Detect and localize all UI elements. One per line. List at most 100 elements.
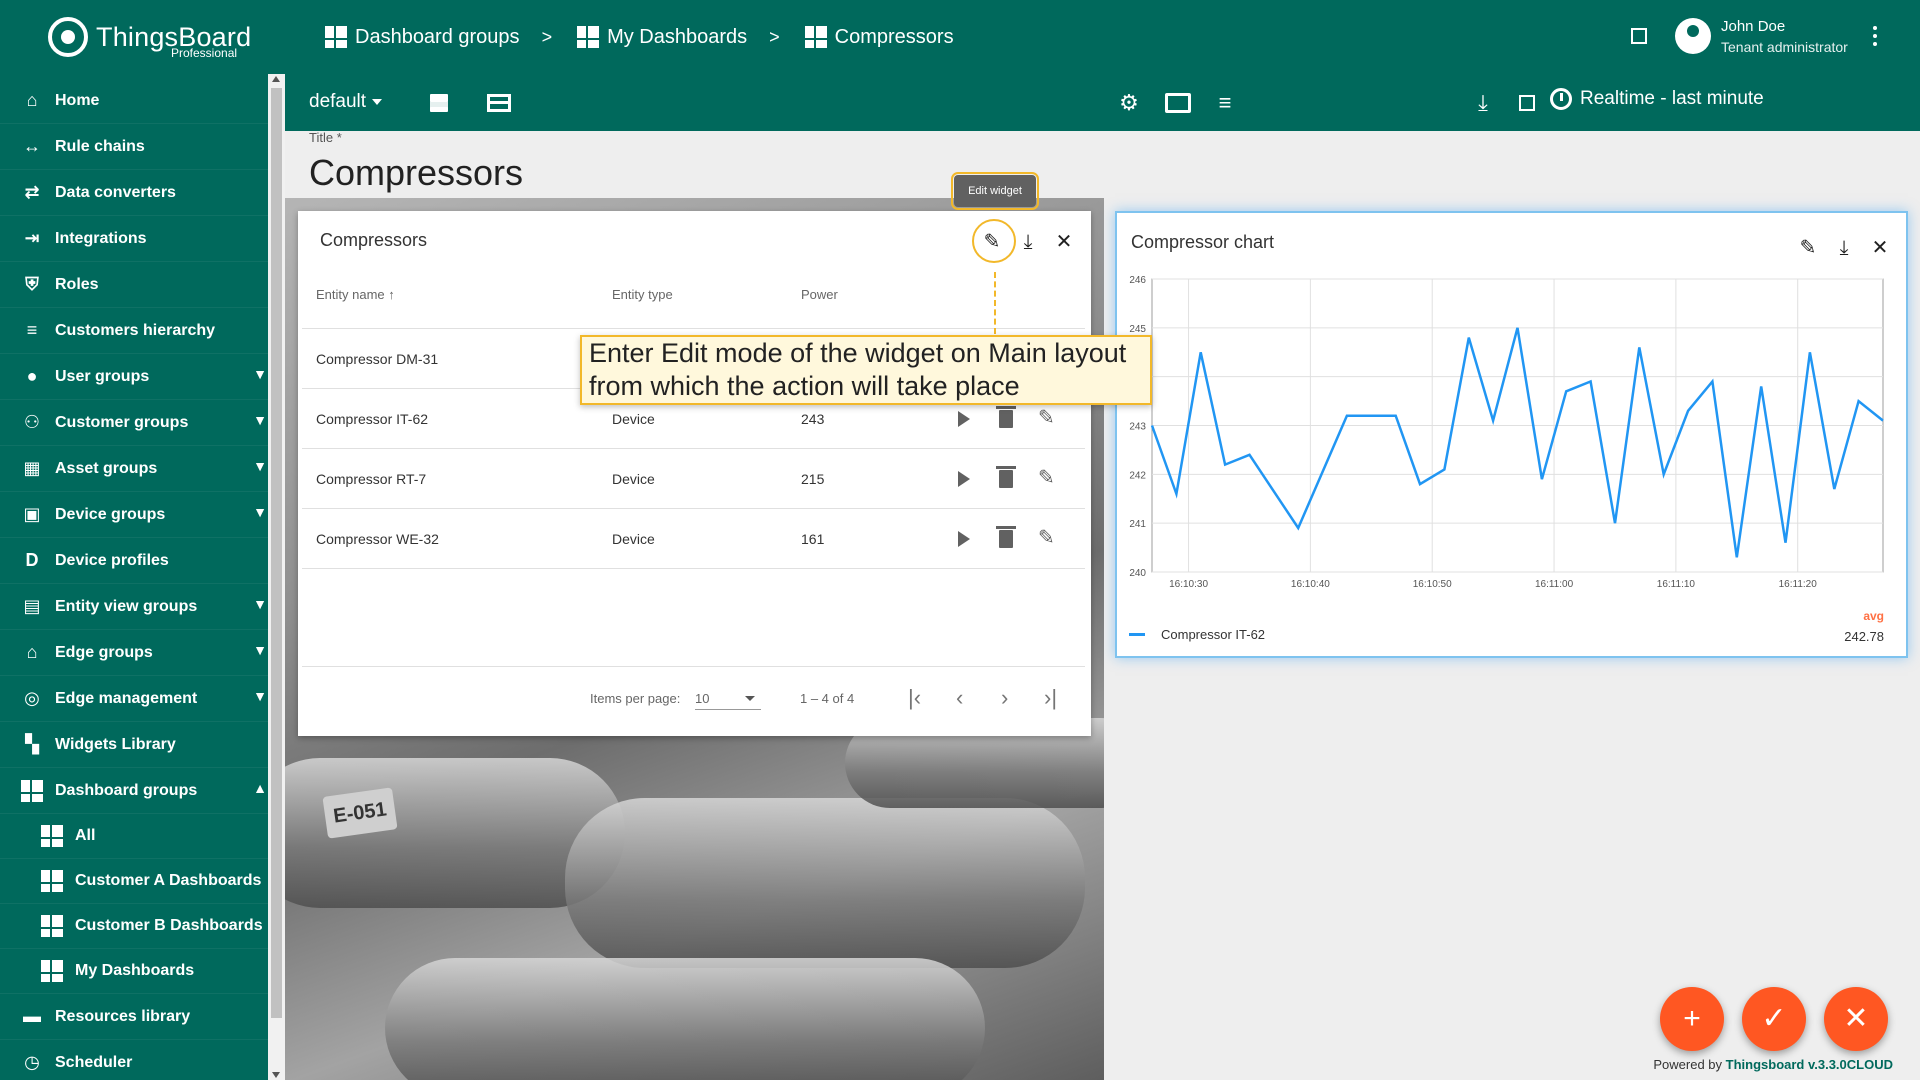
cell-entity-type: Device <box>612 531 655 547</box>
edit-row-icon[interactable]: ✎ <box>1038 408 1058 428</box>
sidebar-item-label: Scheduler <box>55 1053 133 1071</box>
download-icon[interactable]: ⤓ <box>1471 91 1495 115</box>
table-row[interactable]: Compressor RT-7 Device 215 ✎ <box>298 449 1091 509</box>
breadcrumb-separator: > <box>541 26 553 47</box>
more-menu-icon[interactable] <box>1873 26 1877 46</box>
edge-management-icon: ◎ <box>24 688 40 708</box>
sidebar-item-widgets-library[interactable]: ▚ Widgets Library <box>0 722 285 768</box>
callout-connector <box>994 272 996 334</box>
play-icon[interactable] <box>958 531 970 547</box>
edit-row-icon[interactable]: ✎ <box>1038 528 1058 548</box>
download-icon[interactable]: ⤓ <box>1010 227 1046 257</box>
column-header-entity-name[interactable]: Entity name ↑ <box>316 287 395 302</box>
sidebar-item-home[interactable]: ⌂ Home <box>0 78 285 124</box>
edit-widget-button[interactable]: ✎ <box>1790 233 1826 263</box>
fullscreen-icon[interactable] <box>1519 95 1535 111</box>
sidebar-nav: ⌂ Home ↔ Rule chains ⇄ Data converters ⇥ Integr… <box>0 74 285 1080</box>
y-tick-label: 241 <box>1129 519 1146 530</box>
cell-power: 215 <box>801 471 825 487</box>
sidebar-item-customers-hierarchy[interactable]: ≡ Customers hierarchy <box>0 308 285 354</box>
sidebar-item-asset-groups[interactable]: ▦ Asset groups ▼ <box>0 446 285 492</box>
sidebar-item-customer-b-dashboards[interactable]: Customer B Dashboards <box>0 904 285 949</box>
chevron-down-icon: ▼ <box>253 642 267 658</box>
scroll-up-icon[interactable] <box>272 76 280 82</box>
edit-row-icon[interactable]: ✎ <box>1038 468 1058 488</box>
sidebar-item-label: My Dashboards <box>75 962 195 979</box>
avatar[interactable] <box>1675 18 1711 54</box>
converter-icon: ⇄ <box>24 182 40 202</box>
delete-icon[interactable] <box>996 406 1016 428</box>
shield-icon: ⛨ <box>25 274 39 294</box>
layout-icon[interactable] <box>487 94 511 112</box>
device-icon: ▣ <box>23 504 41 524</box>
chart-legend[interactable]: Compressor IT-62 <box>1129 627 1265 642</box>
layers-icon[interactable] <box>428 92 450 114</box>
prev-page-icon[interactable]: ‹ <box>956 685 963 711</box>
sidebar-item-label: Widgets Library <box>55 735 176 753</box>
x-tick-label: 16:10:40 <box>1291 579 1330 590</box>
sidebar-item-my-dashboards[interactable]: My Dashboards <box>0 949 285 994</box>
user-role: Tenant administrator <box>1721 39 1848 55</box>
sidebar-item-rule-chains[interactable]: ↔ Rule chains <box>0 124 285 170</box>
sidebar-item-data-converters[interactable]: ⇄ Data converters <box>0 170 285 216</box>
scroll-thumb[interactable] <box>271 88 282 1018</box>
last-page-icon[interactable]: ›| <box>1044 685 1057 711</box>
sidebar-item-dashboard-groups[interactable]: Dashboard groups ▲ <box>0 768 285 814</box>
close-icon[interactable]: ✕ <box>1046 227 1082 257</box>
sidebar-scrollbar[interactable] <box>268 74 285 1080</box>
x-tick-label: 16:11:00 <box>1535 579 1574 590</box>
fullscreen-icon[interactable] <box>1631 28 1647 44</box>
clock-icon <box>1550 88 1572 110</box>
sidebar-item-customer-a-dashboards[interactable]: Customer A Dashboards <box>0 859 285 904</box>
asset-icon: ▦ <box>23 458 41 478</box>
table-row[interactable]: Compressor WE-32 Device 161 ✎ <box>298 509 1091 569</box>
next-page-icon[interactable]: › <box>1001 685 1008 711</box>
close-icon[interactable]: ✕ <box>1862 233 1898 263</box>
sidebar-item-entity-view-groups[interactable]: ▤ Entity view groups ▼ <box>0 584 285 630</box>
play-icon[interactable] <box>958 471 970 487</box>
sidebar-item-label: Integrations <box>55 229 147 247</box>
breadcrumb-my-dashboards[interactable]: My Dashboards <box>577 26 747 49</box>
entity-aliases-icon[interactable] <box>1165 93 1191 113</box>
items-per-page-select[interactable]: 10 <box>695 691 761 710</box>
column-header-power[interactable]: Power <box>801 287 838 302</box>
logo[interactable]: ThingsBoard Professional <box>0 0 285 74</box>
sidebar-item-edge-management[interactable]: ◎ Edge management ▼ <box>0 676 285 722</box>
add-widget-button[interactable]: + <box>1660 987 1724 1051</box>
apply-changes-button[interactable]: ✓ <box>1742 987 1806 1051</box>
breadcrumb-dashboard-groups[interactable]: Dashboard groups <box>325 26 520 49</box>
rule-chain-icon: ↔ <box>23 136 41 156</box>
timewindow-selector[interactable]: Realtime - last minute <box>1550 88 1764 110</box>
filter-icon[interactable]: ≡ <box>1213 91 1237 115</box>
powered-by-link[interactable]: Thingsboard v.3.3.0CLOUD <box>1726 1057 1893 1072</box>
cancel-changes-button[interactable]: ✕ <box>1824 987 1888 1051</box>
first-page-icon[interactable]: |‹ <box>908 685 921 711</box>
sidebar-item-label: Edge management <box>55 689 198 707</box>
sidebar-item-label: Customer groups <box>55 413 189 431</box>
delete-icon[interactable] <box>996 526 1016 548</box>
sidebar-item-roles[interactable]: ⛨ Roles <box>0 262 285 308</box>
chevron-down-icon: ▼ <box>253 504 267 520</box>
state-selector[interactable]: default <box>309 91 383 113</box>
chevron-down-icon: ▼ <box>253 412 267 428</box>
compressors-table-widget: Compressors ✎ ⤓ ✕ Entity name ↑ Entity t… <box>298 211 1091 736</box>
sidebar-item-edge-groups[interactable]: ⌂ Edge groups ▼ <box>0 630 285 676</box>
sidebar-item-user-groups[interactable]: ● User groups ▼ <box>0 354 285 400</box>
gear-icon[interactable]: ⚙ <box>1117 91 1141 115</box>
dashboard-title-input[interactable]: Compressors <box>309 152 523 194</box>
cell-entity-type: Device <box>612 411 655 427</box>
scroll-down-icon[interactable] <box>272 1072 280 1078</box>
sidebar-item-scheduler[interactable]: ◷ Scheduler <box>0 1040 285 1080</box>
column-header-entity-type[interactable]: Entity type <box>612 287 673 302</box>
play-icon[interactable] <box>958 411 970 427</box>
sidebar-item-customer-groups[interactable]: ⚇ Customer groups ▼ <box>0 400 285 446</box>
delete-icon[interactable] <box>996 466 1016 488</box>
sidebar-item-device-profiles[interactable]: D Device profiles <box>0 538 285 584</box>
sidebar-item-integrations[interactable]: ⇥ Integrations <box>0 216 285 262</box>
sidebar-item-all[interactable]: All <box>0 814 285 859</box>
cell-entity-name: Compressor RT-7 <box>316 471 427 487</box>
sidebar-item-resources-library[interactable]: ▬ Resources library <box>0 994 285 1040</box>
download-icon[interactable]: ⤓ <box>1826 233 1862 263</box>
edit-widget-button[interactable]: ✎ <box>974 227 1010 257</box>
sidebar-item-device-groups[interactable]: ▣ Device groups ▼ <box>0 492 285 538</box>
